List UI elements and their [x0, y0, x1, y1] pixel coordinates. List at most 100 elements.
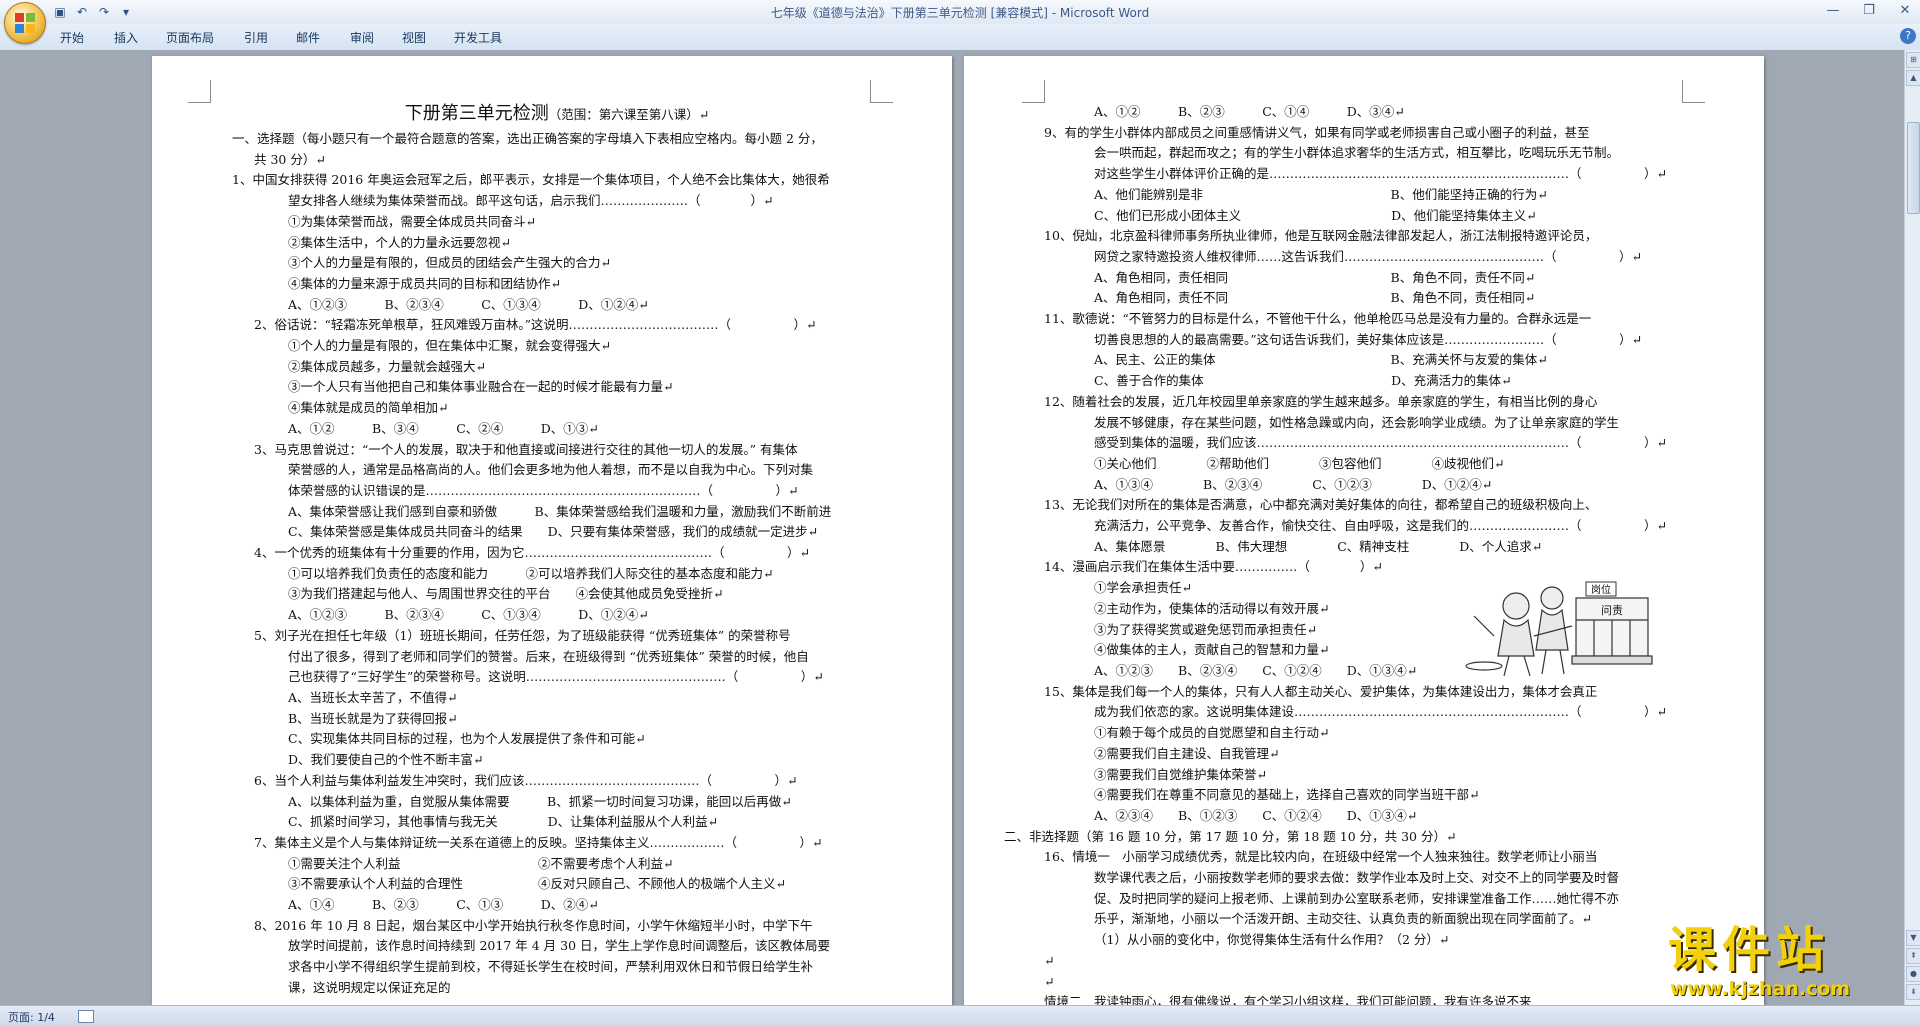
option-line: C、集体荣誉感是集体成员共同奋斗的结果 D、只要有集体荣誉感，我们的成绩就一定进… — [288, 524, 819, 540]
window-controls: — ❐ ✕ — [1822, 2, 1916, 20]
option-line: ③一个人只有当他把自己和集体事业融合在一起的时候才能最有力量↵ — [288, 379, 674, 395]
option-line: B、当班长就是为了获得回报↵ — [288, 710, 458, 726]
option-line: C、善于合作的集体 D、充满活力的集体↵ — [1094, 373, 1512, 389]
tab-mailings[interactable]: 邮件 — [296, 29, 320, 46]
option-line: ③个人的力量是有限的，但成员的团结会产生强大的合力↵ — [288, 255, 611, 271]
option-line: ①可以培养我们负责任的态度和能力 ②可以培养我们人际交往的基本态度和能力↵ — [288, 565, 774, 581]
close-button[interactable]: ✕ — [1894, 2, 1916, 20]
option-line: ③需要我们自觉维护集体荣誉↵ — [1094, 766, 1267, 782]
question-6: 6、当个人利益与集体利益发生冲突时，我们应该……………………………………（ ）↵ — [254, 772, 798, 788]
site-watermark-logo: 课件站 www.kjzhan.com — [1668, 922, 1908, 1002]
crop-mark — [188, 80, 211, 103]
scroll-up-icon[interactable]: ▲ — [1906, 70, 1920, 86]
answer-choices: A、①② B、②③ C、①④ D、③④↵ — [1094, 104, 1405, 119]
option-line: ①关心他们 ②帮助他们 ③包容他们 ④歧视他们↵ — [1094, 455, 1505, 471]
office-button[interactable] — [4, 2, 46, 44]
scrollbar-thumb[interactable] — [1907, 122, 1920, 214]
text-line: 课，这说明规定以保证充足的 — [288, 979, 451, 995]
option-line: ①个人的力量是有限的，但在集体中汇聚，就会变得强大↵ — [288, 338, 611, 354]
restore-button[interactable]: ❐ — [1858, 2, 1880, 20]
option-line: A、当班长太辛苦了，不值得↵ — [288, 689, 458, 705]
ribbon-tab-bar: 开始 插入 页面布局 引用 邮件 审阅 视图 开发工具 ? — [0, 24, 1920, 51]
option-line: ①需要关注个人利益 ②不需要考虑个人利益↵ — [288, 855, 674, 871]
question-7: 7、集体主义是个人与集体辩证统一关系在道德上的反映。坚持集体主义………………（ … — [254, 834, 823, 850]
browse-object-icon[interactable]: ● — [1906, 966, 1920, 982]
option-line: A、角色相同，责任相同 B、角色不同，责任不同↵ — [1094, 269, 1536, 285]
text-line: 体荣誉感的认识错误的是…………………………………………………………（ ）↵ — [288, 482, 799, 498]
previous-page-icon[interactable]: ⇞ — [1906, 948, 1920, 964]
question-9: 9、有的学生小群体内部成员之间重感情讲义气，如果有同学或老师损害自己或小圈子的利… — [1044, 124, 1590, 140]
proofing-icon[interactable] — [78, 1010, 94, 1023]
option-line: D、我们要使自己的个性不断丰富↵ — [288, 752, 484, 768]
question-16: 16、情境一 小丽学习成绩优秀，就是比较内向，在班级中经常一个人独来独往。数学老… — [1044, 849, 1598, 865]
tab-insert[interactable]: 插入 — [114, 29, 138, 46]
answer-choices: A、①③④ B、②③④ C、①②③ D、①②④↵ — [1094, 476, 1493, 492]
text-line: 对这些学生小群体评价正确的是………………………………………………………………（ … — [1094, 166, 1667, 182]
next-page-icon[interactable]: ⇟ — [1906, 984, 1920, 1000]
question-15: 15、集体是我们每一个人的集体，只有人人都主动关心、爱护集体，为集体建设出力，集… — [1044, 683, 1598, 699]
option-line: ④集体就是成员的简单相加↵ — [288, 400, 449, 416]
tab-home[interactable]: 开始 — [60, 29, 84, 46]
status-bar: 页面: 1/4 — [0, 1005, 1920, 1026]
text-line: 放学时间提前，该作息时间持续到 2017 年 4 月 30 日，学生上学作息时间… — [288, 938, 831, 954]
crop-mark — [1022, 80, 1045, 103]
document-area[interactable]: 下册第三单元检测（范围：第六课至第八课）↵ 一、选择题（每小题只有一个最符合题意… — [0, 50, 1904, 1005]
tab-page-layout[interactable]: 页面布局 — [166, 29, 214, 46]
section-heading: 二、非选择题（第 16 题 10 分，第 17 题 10 分，第 18 题 10… — [1004, 828, 1457, 844]
page-counter[interactable]: 页面: 1/4 — [8, 1009, 55, 1025]
text-line: 切善良思想的人的最高需要。”这句话告诉我们，美好集体应该是……………………（ ）… — [1094, 331, 1643, 347]
question-8: 8、2016 年 10 月 8 日起，烟台某区中小学开始执行秋冬作息时间，小学午… — [254, 917, 813, 933]
text-line: 己也获得了“三好学生”的荣誉称号。这说明…………………………………………（ ）↵ — [288, 669, 824, 685]
text-line: 网贷之家特邀投资人维权律师……这告诉我们…………………………………………（ ）↵ — [1094, 248, 1642, 264]
page-content: 下册第三单元检测（范围：第六课至第八课）↵ 一、选择题（每小题只有一个最符合题意… — [232, 100, 882, 999]
answer-choices: A、②③④ B、①②③ C、①②④ D、①③④↵ — [1094, 807, 1418, 823]
option-line: ①有赖于每个成员的自觉愿望和自主行动↵ — [1094, 725, 1330, 741]
cartoon-sign-text: 问责 — [1601, 604, 1623, 617]
office-logo-icon — [15, 13, 35, 33]
answer-choices: A、集体愿景 B、伟大理想 C、精神支柱 D、个人追求↵ — [1094, 538, 1543, 554]
answer-choices: A、①④ B、②③ C、①③ D、②④↵ — [288, 897, 599, 913]
text-line: 发展不够健康，存在某些问题，如性格急躁或内向，还会影响学业成绩。为了让单亲家庭的… — [1094, 414, 1620, 430]
vertical-scrollbar[interactable]: ⊞ ▲ ▼ ⇞ ● ⇟ — [1904, 50, 1920, 1005]
option-line: A、集体荣誉感让我们感到自豪和骄傲 B、集体荣誉感给我们温暖和力量，激励我们不断… — [288, 503, 832, 519]
question-5: 5、刘子光在担任七年级（1）班班长期间，任劳任怨，为了班级能获得 “优秀班集体”… — [254, 627, 791, 643]
text-line: 付出了很多，得到了老师和同学们的赞誉。后来，在班级得到 “优秀班集体” 荣誉的时… — [288, 648, 809, 664]
tab-view[interactable]: 视图 — [402, 29, 426, 46]
help-icon[interactable]: ? — [1900, 28, 1916, 44]
document-page-2[interactable]: A、①② B、②③ C、①④ D、③④↵ 9、有的学生小群体内部成员之间重感情讲… — [964, 56, 1764, 1005]
answer-choices: A、①② B、③④ C、②④ D、①③↵ — [288, 420, 599, 436]
option-line: ②集体成员越多，力量就会越强大↵ — [288, 358, 486, 374]
option-line: ③为我们搭建起与他人、与周围世界交往的平台 ④会使其他成员免受挫折↵ — [288, 586, 724, 602]
cartoon-sign-text: 岗位 — [1591, 583, 1611, 596]
option-line: C、实现集体共同目标的过程，也为个人发展提供了条件和可能↵ — [288, 731, 646, 747]
document-title: 下册第三单元检测（范围：第六课至第八课）↵ — [404, 103, 710, 124]
option-line: ②需要我们自主建设、自我管理↵ — [1094, 745, 1280, 761]
page-content: A、①② B、②③ C、①④ D、③④↵ 9、有的学生小群体内部成员之间重感情讲… — [1004, 102, 1704, 1005]
tab-developer[interactable]: 开发工具 — [454, 29, 502, 46]
minimize-button[interactable]: — — [1822, 2, 1844, 20]
title-bar: ▣ ↶ ↷ ▾ 七年级《道德与法治》下册第三单元检测 [兼容模式] - Micr… — [0, 0, 1920, 44]
tab-review[interactable]: 审阅 — [350, 29, 374, 46]
crop-mark — [1682, 80, 1705, 103]
option-line: ④集体的力量来源于成员共同的目标和团结协作↵ — [288, 275, 561, 291]
answer-choices: A、①②③ B、②③④ C、①③④ D、①②④↵ — [288, 296, 649, 312]
text-line: 情境二 我读钟雨心，很有佛缘说，有个学习小组这样，我们可能问题，我有许多说不来 — [1044, 994, 1532, 1005]
text-line: 促、及时把同学的疑问上报老师、上课前到办公室联系老师，安排课堂准备工作……她忙得… — [1094, 890, 1620, 906]
text-line: 乐乎，渐渐地，小丽以一个活泼开朗、主动交往、认真负责的新面貌出现在同学面前了。↵ — [1094, 911, 1592, 927]
section-heading: 一、选择题（每小题只有一个最符合题意的答案，选出正确答案的字母填入下表相应空格内… — [232, 131, 823, 146]
option-line: ②集体生活中，个人的力量永远要忽视↵ — [288, 234, 511, 250]
ruler-toggle-icon[interactable]: ⊞ — [1906, 52, 1920, 68]
sub-question: （1）从小丽的变化中，你觉得集体生活有什么作用？（2 分）↵ — [1094, 932, 1450, 948]
question-10: 10、倪灿，北京盈科律师事务所执业律师，他是互联网金融法律部发起人，浙江法制报特… — [1044, 228, 1598, 244]
option-line: ③不需要承认个人利益的合理性 ④反对只顾自己、不顾他人的极端个人主义↵ — [288, 876, 786, 892]
blank-line: ↵ — [1044, 952, 1055, 968]
option-line: A、角色相同，责任不同 B、角色不同，责任相同↵ — [1094, 290, 1536, 306]
text-line: 荣誉感的人，通常是品格高尚的人。他们会更多地为他人着想，而不是以自我为中心。下列… — [288, 462, 814, 478]
scroll-down-icon[interactable]: ▼ — [1906, 930, 1920, 946]
option-line: A、民主、公正的集体 B、充满关怀与友爱的集体↵ — [1094, 352, 1548, 368]
document-page-1[interactable]: 下册第三单元检测（范围：第六课至第八课）↵ 一、选择题（每小题只有一个最符合题意… — [152, 56, 952, 1005]
question-2: 2、俗话说：“轻霜冻死单根草，狂风难毁万亩林。”这说明………………………………（… — [254, 317, 817, 333]
question-3: 3、马克思曾说过：“一个人的发展，取决于和他直接或间接进行交往的其他一切人的发展… — [254, 441, 798, 457]
option-line: C、他们已形成小团体主义 D、他们能坚持集体主义↵ — [1094, 207, 1537, 223]
tab-references[interactable]: 引用 — [244, 29, 268, 46]
